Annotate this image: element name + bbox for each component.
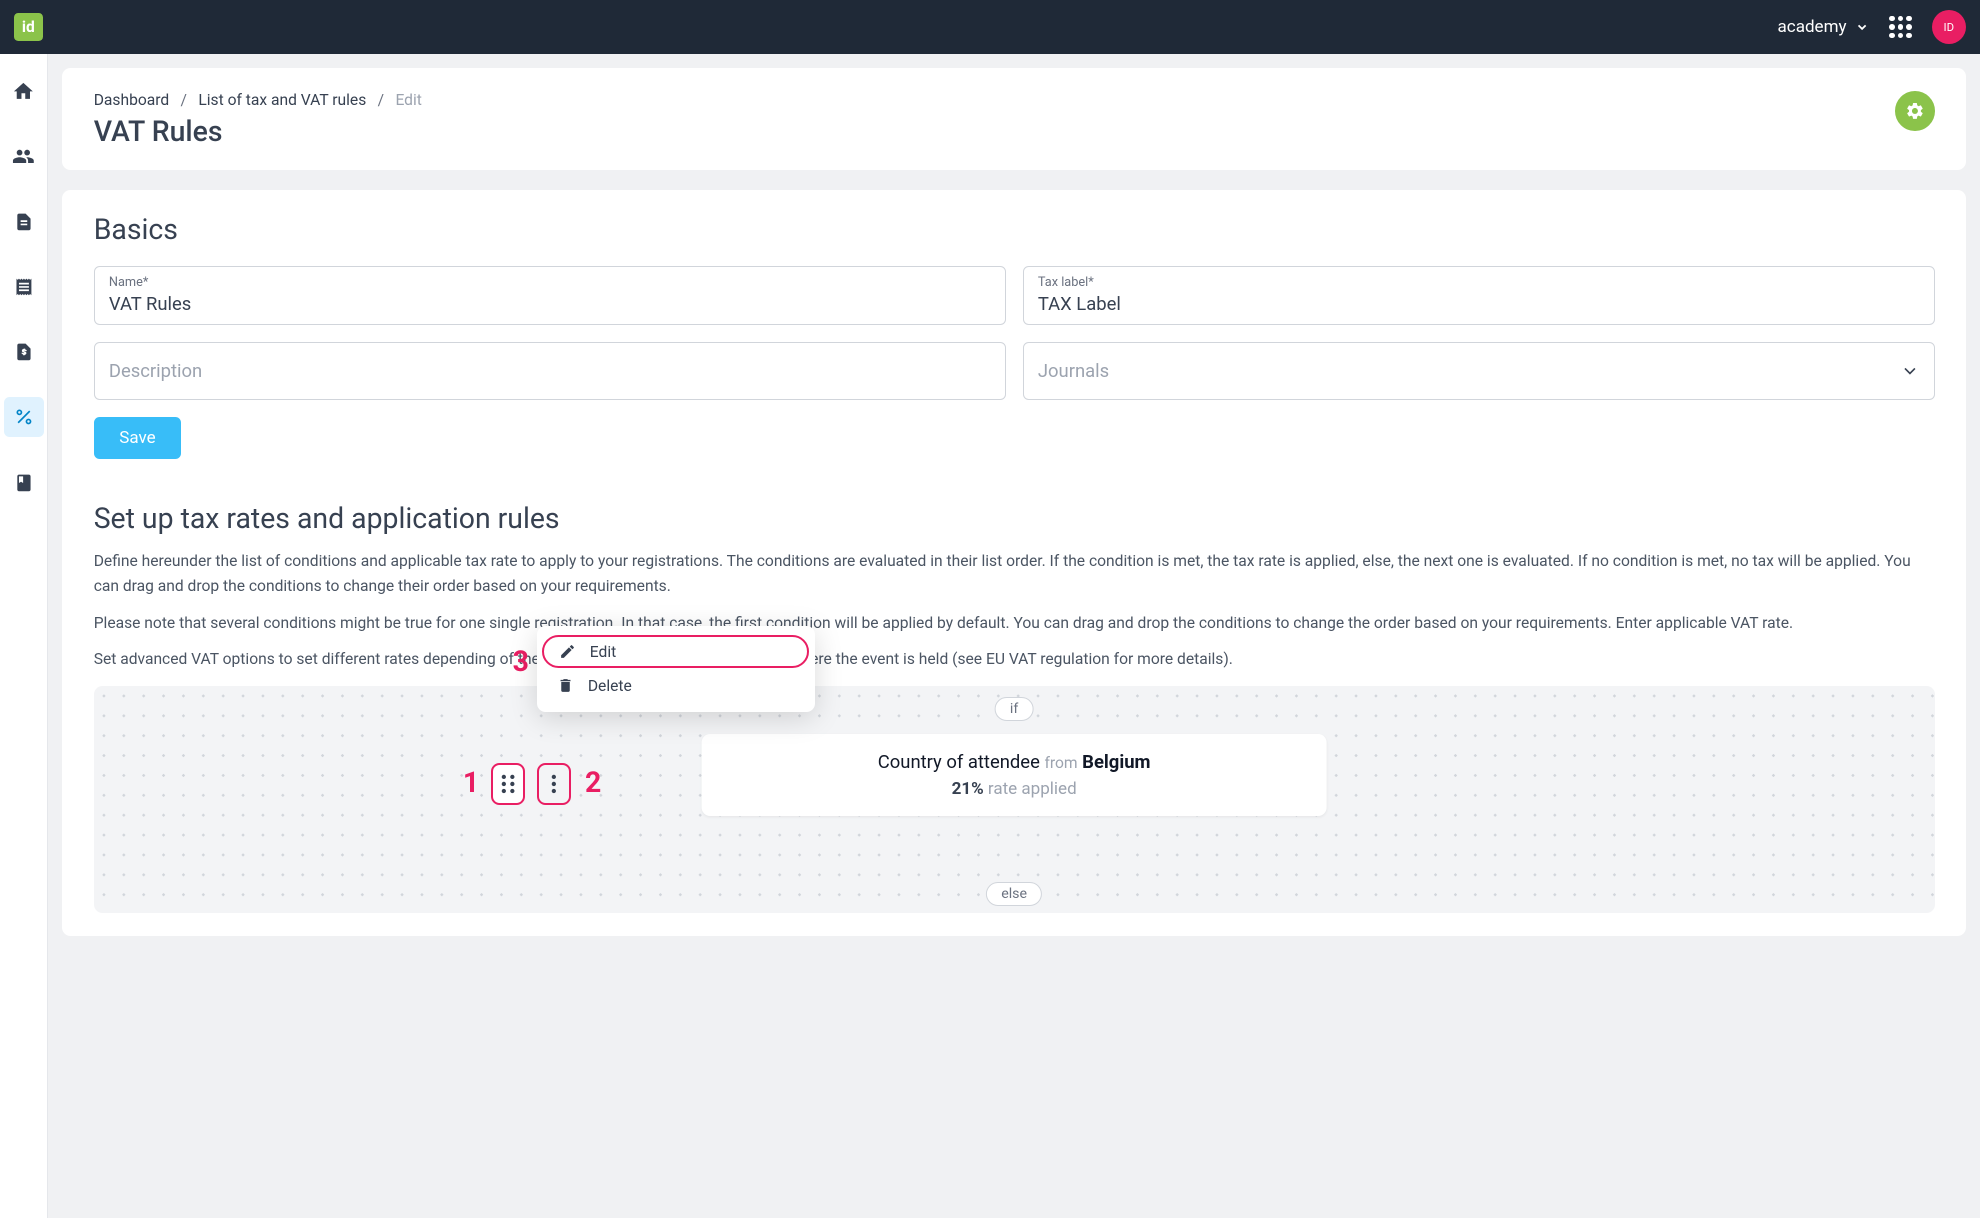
menu-delete[interactable]: Delete [537,668,815,703]
context-menu: Edit Delete [537,626,815,711]
sidebar-item-home[interactable] [4,71,44,111]
percent-icon [14,407,34,427]
description-placeholder: Description [109,351,991,390]
chevron-down-icon [1900,361,1920,381]
logo: id [14,13,42,41]
tax-label-value: TAX Label [1038,293,1920,315]
topbar: id academy ID [0,0,1980,54]
annotation-3: 3 [513,645,529,678]
receipt-icon [14,277,34,297]
breadcrumb-dashboard[interactable]: Dashboard [94,91,170,109]
if-pill: if [995,697,1034,721]
sidebar-item-payments[interactable] [4,332,44,372]
rules-canvas: if Edit Delete 3 1 2 [94,686,1935,913]
basics-heading: Basics [94,213,1935,246]
sidebar-item-forms[interactable] [4,202,44,242]
breadcrumb: Dashboard / List of tax and VAT rules / … [94,91,422,109]
trash-icon [557,677,574,694]
name-value: VAT Rules [109,293,991,315]
sidebar-item-users[interactable] [4,136,44,176]
rules-desc-3: Set advanced VAT options to set differen… [94,647,1935,672]
annotation-2: 2 [585,766,601,799]
basics-card: Basics Name* VAT Rules Tax label* TAX La… [62,190,1965,936]
breadcrumb-list[interactable]: List of tax and VAT rules [198,91,366,109]
users-icon [12,145,35,168]
tax-label-label: Tax label* [1038,275,1920,290]
page-title: VAT Rules [94,115,422,148]
menu-edit-label: Edit [590,643,616,661]
annotation-1: 1 [463,766,479,799]
name-label: Name* [109,275,991,290]
workspace-name: academy [1778,17,1847,37]
gear-icon [1905,101,1925,121]
rules-heading: Set up tax rates and application rules [94,502,1935,535]
apps-icon[interactable] [1889,16,1912,39]
main-content: Dashboard / List of tax and VAT rules / … [48,54,1980,1218]
journals-placeholder: Journals [1038,351,1109,390]
menu-edit[interactable]: Edit [542,635,809,668]
drag-handle[interactable] [491,763,525,806]
menu-delete-label: Delete [588,677,632,695]
sidebar-item-docs[interactable] [4,463,44,503]
book-icon [14,473,34,493]
drag-icon [501,774,515,794]
breadcrumb-current: Edit [395,91,421,109]
tax-label-field[interactable]: Tax label* TAX Label [1023,266,1935,325]
rule-card[interactable]: Country of attendee from Belgium 21% rat… [702,734,1327,816]
more-vertical-icon [551,774,557,794]
more-button[interactable] [537,763,571,806]
settings-button[interactable] [1895,91,1935,131]
avatar[interactable]: ID [1932,10,1966,44]
pencil-icon [559,643,576,660]
description-field[interactable]: Description [94,342,1006,400]
sidebar-item-invoices[interactable] [4,267,44,307]
chevron-down-icon [1855,20,1869,34]
rule-from: from [1044,754,1077,772]
sidebar-item-tax[interactable] [4,397,44,437]
form-icon [14,212,34,232]
header-card: Dashboard / List of tax and VAT rules / … [62,68,1965,170]
workspace-dropdown[interactable]: academy [1778,17,1870,37]
rule-condition-label: Country of attendee [878,751,1040,773]
payment-icon [14,342,34,362]
rules-desc-1: Define hereunder the list of conditions … [94,549,1935,599]
save-button[interactable]: Save [94,417,182,460]
rule-rate: 21% [952,779,984,799]
rule-rate-text: rate applied [988,779,1077,799]
rules-desc-2: Please note that several conditions migh… [94,611,1935,636]
name-field[interactable]: Name* VAT Rules [94,266,1006,325]
rule-country: Belgium [1082,751,1150,773]
else-pill: else [986,882,1042,906]
journals-field[interactable]: Journals [1023,342,1935,400]
home-icon [12,80,35,103]
sidebar [0,54,48,1218]
